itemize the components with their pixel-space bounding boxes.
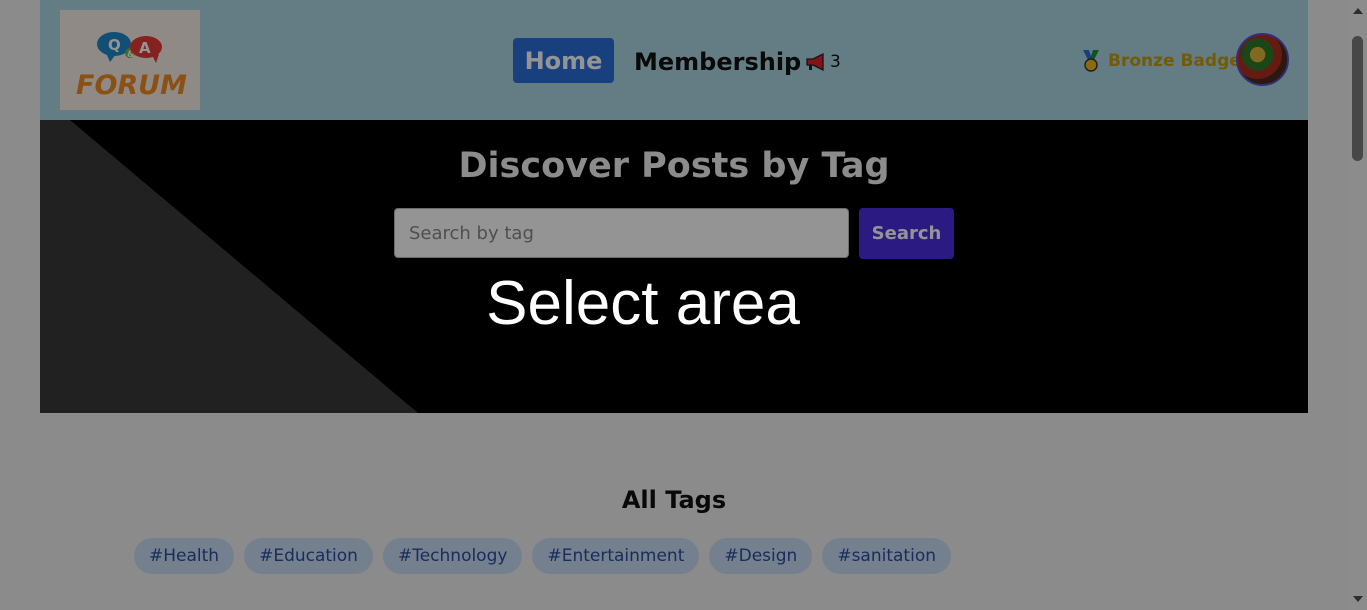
hero-title: Discover Posts by Tag (458, 146, 890, 186)
tag-health[interactable]: #Health (134, 538, 235, 574)
forum-logo[interactable]: Q & A FORUM (60, 10, 200, 110)
nav-membership-link[interactable]: Membership (634, 40, 801, 84)
badge-label: Bronze Badge (1108, 51, 1241, 71)
user-avatar[interactable] (1236, 33, 1289, 86)
medal-icon (1083, 50, 1099, 72)
svg-text:A: A (139, 39, 151, 57)
megaphone-icon (806, 52, 824, 72)
tag-sanitation[interactable]: #sanitation (822, 538, 951, 574)
membership-badge[interactable]: Bronze Badge (1080, 49, 1241, 73)
svg-text:FORUM: FORUM (76, 70, 187, 101)
tag-design[interactable]: #Design (709, 538, 813, 574)
announcements-notification[interactable]: 3 (804, 50, 841, 74)
select-area-label: Select area (486, 269, 800, 338)
scroll-down-arrow-icon[interactable] (1353, 596, 1363, 602)
nav-home-button[interactable]: Home (513, 38, 614, 83)
tag-list: #Health #Education #Technology #Entertai… (134, 538, 951, 574)
qa-forum-logo-graphic: Q & A FORUM (76, 32, 187, 101)
tag-entertainment[interactable]: #Entertainment (532, 538, 700, 574)
tag-search-input[interactable] (394, 208, 849, 258)
search-button[interactable]: Search (859, 208, 954, 259)
notification-count: 3 (830, 52, 841, 72)
page-scrollbar[interactable] (1349, 0, 1367, 610)
discover-hero: Discover Posts by Tag Search (40, 120, 1308, 413)
tag-technology[interactable]: #Technology (382, 538, 523, 574)
scroll-up-arrow-icon[interactable] (1353, 8, 1363, 14)
tag-education[interactable]: #Education (244, 538, 373, 574)
site-header: Q & A FORUM Home Membership 3 Bronze Bad… (40, 0, 1308, 120)
svg-text:Q: Q (108, 36, 121, 54)
scroll-thumb[interactable] (1352, 36, 1363, 161)
all-tags-heading: All Tags (621, 486, 727, 514)
